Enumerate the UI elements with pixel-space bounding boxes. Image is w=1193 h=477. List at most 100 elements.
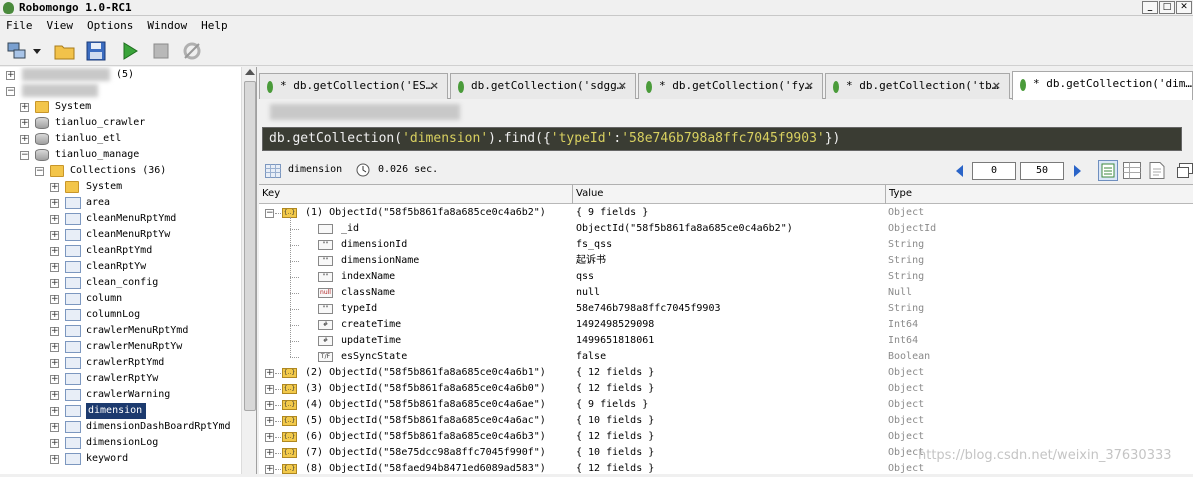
sidebar-item-columnlog[interactable]: + columnLog	[0, 307, 241, 323]
expand-icon[interactable]: +	[50, 311, 59, 320]
maximize-icon[interactable]: □	[1159, 1, 1175, 14]
field-row[interactable]: "" typeId 58e746b798a8ffc7045f9903 String	[259, 301, 1193, 317]
sidebar-item-area[interactable]: + area	[0, 195, 241, 211]
custom-view-icon[interactable]	[1177, 163, 1193, 178]
close-icon[interactable]: ✕	[1176, 1, 1192, 14]
column-header-key[interactable]: Key	[259, 185, 573, 204]
sidebar-item-tianluo-manage[interactable]: − tianluo_manage	[0, 147, 241, 163]
tab-query-1[interactable]: * db.getCollection('ES… ×	[259, 73, 448, 99]
tab-close-icon[interactable]: ×	[430, 74, 439, 98]
sidebar-item-crawlermenurptyw[interactable]: + crawlerMenuRptYw	[0, 339, 241, 355]
expand-icon[interactable]: +	[50, 375, 59, 384]
next-page-icon[interactable]	[1073, 165, 1081, 177]
expand-icon[interactable]: +	[50, 247, 59, 256]
save-icon[interactable]	[85, 40, 107, 62]
field-row[interactable]: "" indexName qss String	[259, 269, 1193, 285]
menu-options[interactable]: Options	[87, 19, 133, 32]
field-row[interactable]: null className null Null	[259, 285, 1193, 301]
expand-icon[interactable]: +	[265, 417, 274, 426]
expand-icon[interactable]: +	[50, 423, 59, 432]
expand-icon[interactable]: +	[50, 279, 59, 288]
tab-close-icon[interactable]: ×	[805, 74, 814, 98]
sidebar-item-keyword[interactable]: + keyword	[0, 451, 241, 467]
tab-query-2[interactable]: db.getCollection('sdgg… ×	[450, 73, 636, 99]
sidebar-item-column[interactable]: + column	[0, 291, 241, 307]
document-row[interactable]: + {..} (3) ObjectId("58f5b861fa8a685ce0c4a…	[259, 381, 1193, 397]
expand-icon[interactable]: +	[20, 135, 29, 144]
scrollbar-thumb[interactable]	[244, 81, 256, 411]
field-row[interactable]: _id ObjectId("58f5b861fa8a685ce0c4a6b2") O…	[259, 221, 1193, 237]
tab-close-icon[interactable]: ×	[618, 74, 627, 98]
sidebar-item-crawlerrptyw[interactable]: + crawlerRptYw	[0, 371, 241, 387]
expand-icon[interactable]: +	[50, 391, 59, 400]
query-editor[interactable]: db.getCollection('dimension').find({'typ…	[262, 127, 1182, 151]
orbit-icon[interactable]	[181, 40, 203, 62]
expand-icon[interactable]: +	[20, 119, 29, 128]
sidebar-item-tianluo-crawler[interactable]: + tianluo_crawler	[0, 115, 241, 131]
expand-icon[interactable]: +	[265, 401, 274, 410]
field-row[interactable]: # updateTime 1499651818061 Int64	[259, 333, 1193, 349]
server-node[interactable]: + (5)	[0, 67, 241, 83]
collapse-icon[interactable]: −	[20, 151, 29, 160]
sidebar-item-tianluo-etl[interactable]: + tianluo_etl	[0, 131, 241, 147]
expand-icon[interactable]: +	[50, 295, 59, 304]
menu-file[interactable]: File	[6, 19, 33, 32]
column-header-value[interactable]: Value	[573, 185, 886, 204]
scroll-up-icon[interactable]	[245, 69, 255, 75]
table-view-icon[interactable]	[1123, 162, 1141, 179]
tab-query-4[interactable]: * db.getCollection('tb… ×	[825, 73, 1010, 99]
sidebar-item-dimensiondashboardrptymd[interactable]: + dimensionDashBoardRptYmd	[0, 419, 241, 435]
expand-icon[interactable]: +	[265, 385, 274, 394]
expand-icon[interactable]: +	[265, 433, 274, 442]
sidebar-item-clean-config[interactable]: + clean_config	[0, 275, 241, 291]
sidebar-item-cleanrptyw[interactable]: + cleanRptYw	[0, 259, 241, 275]
sidebar-item-system[interactable]: + System	[0, 179, 241, 195]
field-row[interactable]: "" dimensionName 起诉书 String	[259, 253, 1193, 269]
open-folder-icon[interactable]	[54, 40, 76, 62]
sidebar-item-cleanmenurptyw[interactable]: + cleanMenuRptYw	[0, 227, 241, 243]
field-row[interactable]: "" dimensionId fs_qss String	[259, 237, 1193, 253]
expand-icon[interactable]: +	[50, 231, 59, 240]
document-row[interactable]: + {..} (6) ObjectId("58f5b861fa8a685ce0c4a…	[259, 429, 1193, 445]
sidebar-item-system[interactable]: + System	[0, 99, 241, 115]
expand-icon[interactable]: +	[265, 369, 274, 378]
tab-query-5[interactable]: * db.getCollection('dim…	[1012, 71, 1193, 100]
tab-close-icon[interactable]: ×	[992, 74, 1001, 98]
document-row[interactable]: + {..} (8) ObjectId("58faed94b8471ed6089ad…	[259, 461, 1193, 477]
expand-icon[interactable]: +	[50, 199, 59, 208]
execute-icon[interactable]	[119, 40, 141, 62]
collapse-icon[interactable]: −	[35, 167, 44, 176]
expand-icon[interactable]: +	[265, 465, 274, 474]
tree-view-icon[interactable]	[1098, 160, 1118, 181]
menu-window[interactable]: Window	[147, 19, 187, 32]
expand-icon[interactable]: +	[50, 327, 59, 336]
expand-icon[interactable]: +	[20, 103, 29, 112]
limit-input[interactable]: 50	[1020, 162, 1064, 180]
expand-icon[interactable]: +	[50, 439, 59, 448]
expand-icon[interactable]: +	[265, 449, 274, 458]
prev-page-icon[interactable]	[956, 165, 964, 177]
sidebar-item-crawlermenurptymd[interactable]: + crawlerMenuRptYmd	[0, 323, 241, 339]
skip-input[interactable]: 0	[972, 162, 1016, 180]
sidebar-item-collections-36[interactable]: − Collections (36)	[0, 163, 241, 179]
stop-icon[interactable]	[150, 40, 172, 62]
sidebar-item-dimensionlog[interactable]: + dimensionLog	[0, 435, 241, 451]
document-row[interactable]: + {..} (4) ObjectId("58f5b861fa8a685ce0c4a…	[259, 397, 1193, 413]
sidebar-item-crawlerwarning[interactable]: + crawlerWarning	[0, 387, 241, 403]
menu-view[interactable]: View	[47, 19, 74, 32]
expand-icon[interactable]: +	[50, 215, 59, 224]
document-row[interactable]: + {..} (2) ObjectId("58f5b861fa8a685ce0c4a…	[259, 365, 1193, 381]
sidebar-item-cleanmenurptymd[interactable]: + cleanMenuRptYmd	[0, 211, 241, 227]
expand-icon[interactable]: +	[50, 183, 59, 192]
tab-query-3[interactable]: * db.getCollection('fy… ×	[638, 73, 823, 99]
expand-icon[interactable]: +	[50, 343, 59, 352]
menu-help[interactable]: Help	[201, 19, 228, 32]
column-header-type[interactable]: Type	[886, 185, 1193, 204]
document-row[interactable]: + {..} (5) ObjectId("58f5b861fa8a685ce0c4a…	[259, 413, 1193, 429]
sidebar-item-crawlerrptymd[interactable]: + crawlerRptYmd	[0, 355, 241, 371]
expand-icon[interactable]: +	[6, 71, 15, 80]
expand-icon[interactable]: +	[50, 455, 59, 464]
server-node-expanded[interactable]: −	[0, 83, 241, 99]
text-view-icon[interactable]	[1149, 162, 1165, 179]
field-row[interactable]: T/F esSyncState false Boolean	[259, 349, 1193, 365]
